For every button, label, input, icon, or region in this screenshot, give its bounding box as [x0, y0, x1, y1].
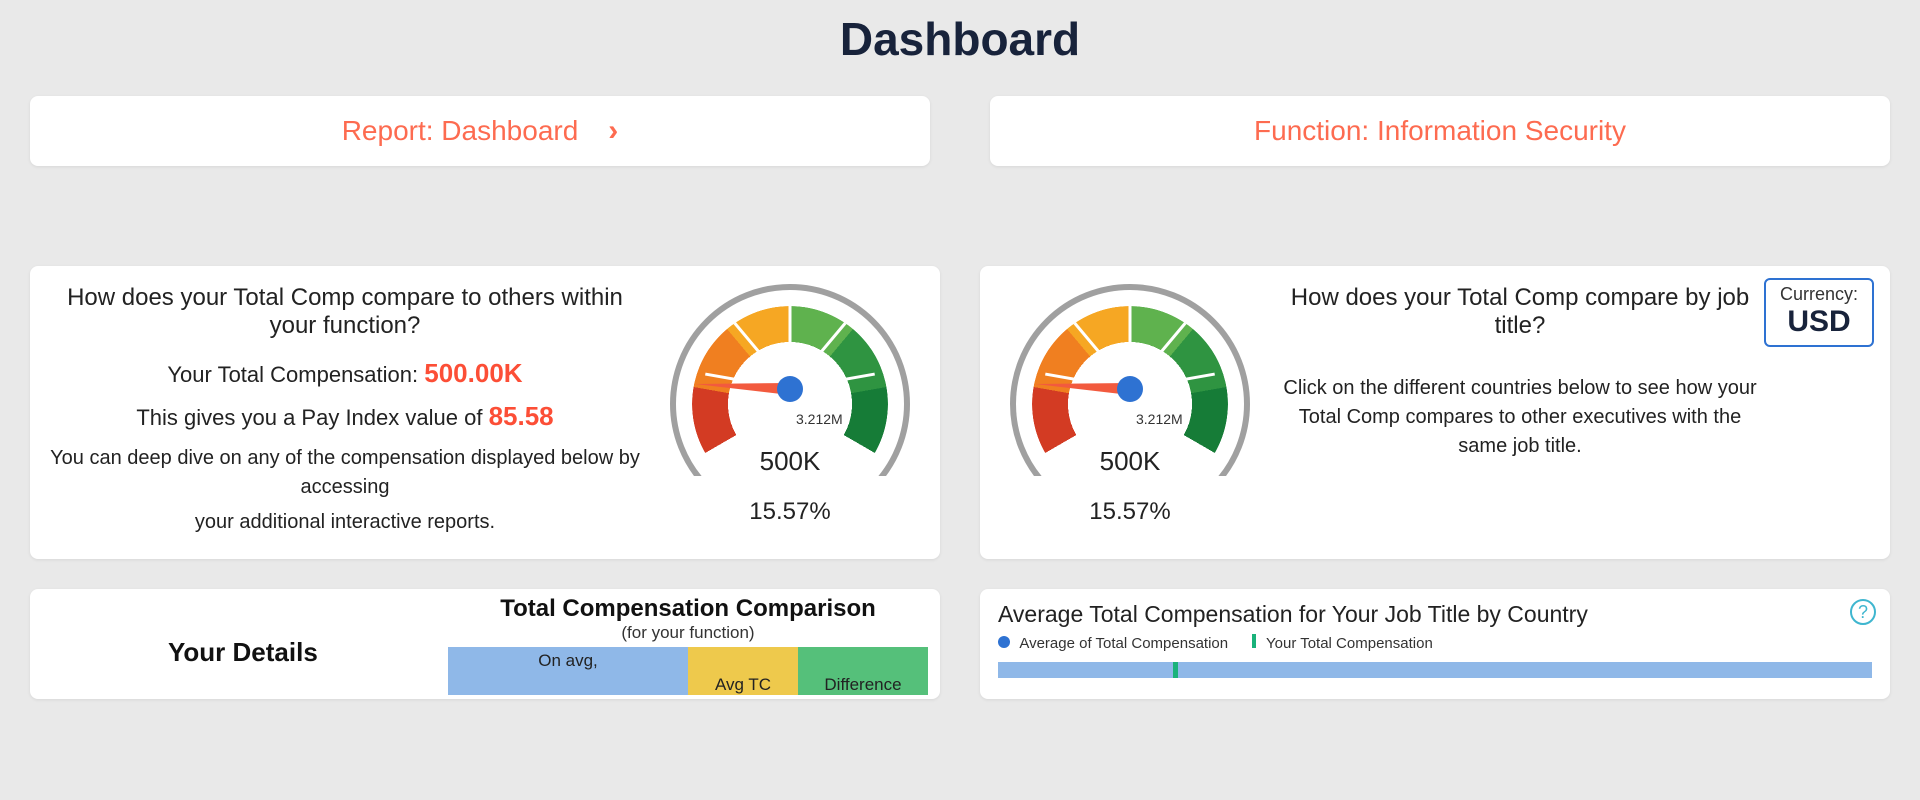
gauge-center-value: 500K [670, 446, 910, 477]
report-selector[interactable]: Report: Dashboard › [30, 96, 930, 166]
chart-legend: Average of Total Compensation Your Total… [998, 634, 1872, 652]
card-title-heading: How does your Total Comp compare by job … [1280, 284, 1760, 340]
function-selector[interactable]: Function: Information Security [990, 96, 1890, 166]
gauge-max: 3.212M [1136, 411, 1183, 427]
legend1-label: Average of Total Compensation [1019, 635, 1228, 652]
gauge-function: 3.212M 500K 15.57% [660, 284, 920, 537]
card-function-body1: You can deep dive on any of the compensa… [50, 444, 640, 502]
country-chart[interactable] [998, 662, 1872, 678]
currency-value: USD [1780, 305, 1858, 339]
card-function-text: How does your Total Comp compare to othe… [50, 284, 640, 537]
tcc-col-avgtc: Avg TC [688, 647, 798, 695]
gauge-percent: 15.57% [660, 498, 920, 526]
gauge-max: 3.212M [796, 411, 843, 427]
currency-label: Currency: [1780, 284, 1858, 305]
card-your-details: Your Details Total Compensation Comparis… [30, 589, 940, 699]
tcc-block: Total Compensation Comparison (for your … [448, 595, 928, 695]
gauge-hub-icon [1117, 376, 1143, 402]
report-selector-label: Report: Dashboard [342, 115, 579, 147]
tcc-header-row: On avg, Avg TC Difference [448, 647, 928, 695]
tcc-col-difference: Difference [798, 647, 928, 695]
gauge-hub-icon [777, 376, 803, 402]
legend2-label: Your Total Compensation [1266, 635, 1433, 652]
chevron-right-icon: › [608, 114, 618, 148]
gauge-percent: 15.57% [1000, 498, 1260, 526]
top-selectors: Report: Dashboard › Function: Informatio… [0, 96, 1920, 166]
card-function-body2: your additional interactive reports. [50, 508, 640, 537]
payindex-value: 85.58 [489, 401, 554, 431]
legend-item-your[interactable]: Your Total Compensation [1252, 634, 1433, 652]
tcc-sub: (for your function) [448, 623, 928, 643]
avg-by-country-title: Average Total Compensation for Your Job … [998, 601, 1872, 628]
page-title: Dashboard [0, 0, 1920, 96]
tcc-col-onavg: On avg, [448, 647, 688, 695]
card-compare-function: How does your Total Comp compare to othe… [30, 266, 940, 559]
details-row: Your Details Total Compensation Comparis… [0, 589, 1920, 699]
payindex-label: This gives you a Pay Index value of [136, 405, 482, 430]
dot-icon [998, 636, 1010, 648]
gauge-center-value: 500K [1010, 446, 1250, 477]
card-compare-title: 3.212M 500K 15.57% How does your Total C… [980, 266, 1890, 559]
comp-label: Your Total Compensation: [167, 362, 418, 387]
card-avg-by-country: ? Average Total Compensation for Your Jo… [980, 589, 1890, 699]
gauge-title: 3.212M 500K 15.57% [1000, 284, 1260, 537]
card-function-heading: How does your Total Comp compare to othe… [50, 284, 640, 340]
help-icon[interactable]: ? [1850, 599, 1876, 625]
currency-selector[interactable]: Currency: USD [1764, 278, 1874, 347]
bar-icon [1252, 634, 1256, 648]
tcc-title: Total Compensation Comparison [448, 595, 928, 623]
comp-value: 500.00K [424, 358, 522, 388]
legend-item-avg[interactable]: Average of Total Compensation [998, 635, 1228, 652]
gauge-cards-row: How does your Total Comp compare to othe… [0, 266, 1920, 559]
card-title-body: Click on the different countries below t… [1280, 374, 1760, 461]
function-selector-label: Function: Information Security [1254, 115, 1626, 147]
